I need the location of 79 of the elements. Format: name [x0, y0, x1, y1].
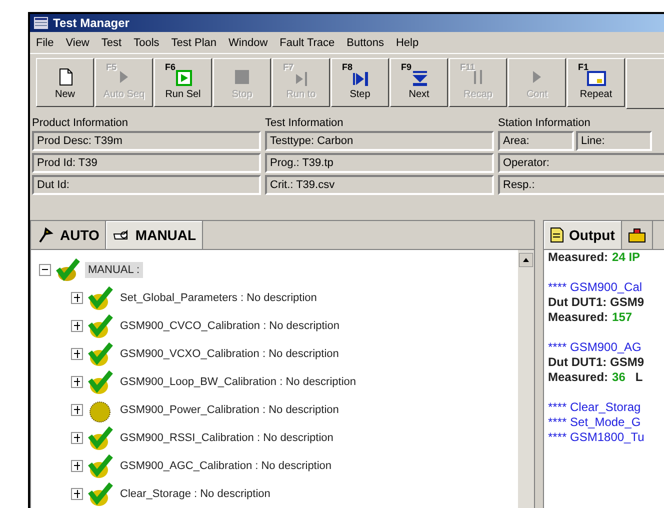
output-label: Measured: — [548, 250, 608, 265]
check-icon — [87, 285, 113, 311]
check-icon — [87, 313, 113, 339]
tree-item[interactable]: GSM900_Loop_BW_Calibration : No description — [117, 374, 360, 390]
info-field: Area: — [498, 131, 574, 151]
scrollbar[interactable] — [518, 250, 534, 508]
info-field: Dut Id: — [32, 175, 261, 195]
output-label: Measured: — [548, 310, 608, 325]
up-arrow-icon[interactable] — [519, 253, 533, 267]
toolbar-button[interactable]: F8 Step — [331, 58, 389, 107]
window-title: Test Manager — [53, 16, 130, 30]
expander-icon[interactable] — [71, 292, 83, 304]
output-text: **** GSM1800_Tu — [548, 430, 644, 445]
menu-item[interactable]: File — [36, 36, 54, 48]
output-text: **** Set_Mode_G — [548, 415, 641, 430]
output-text: Dut DUT1: GSM9 — [548, 295, 644, 310]
info-field: Resp.: — [498, 175, 664, 195]
output-text: **** GSM900_Cal — [548, 280, 642, 295]
tree-item[interactable]: GSM900_AGC_Calibration : No description — [117, 458, 335, 474]
toolbar-button[interactable]: F1 Repeat — [567, 58, 625, 107]
menu-item[interactable]: Fault Trace — [280, 36, 335, 48]
output-label: Measured: — [548, 370, 608, 385]
output-text: **** Clear_Storag — [548, 400, 641, 415]
menu-item[interactable]: Test — [101, 36, 122, 48]
toolbar-button[interactable]: F9 Next — [390, 58, 448, 107]
document-icon — [550, 227, 564, 243]
expander-icon[interactable] — [71, 488, 83, 500]
info-field: Crit.: T39.csv — [265, 175, 494, 195]
tree-item[interactable]: GSM900_VCXO_Calibration : No description — [117, 346, 342, 362]
play-icon — [120, 70, 128, 82]
tab[interactable]: MANUAL — [106, 221, 204, 249]
tree-item[interactable]: GSM900_CVCO_Calibration : No description — [117, 318, 342, 334]
output-value: 24 IP — [612, 250, 640, 265]
info-field: Prog.: T39.tp — [265, 153, 494, 173]
tree-item[interactable]: GSM900_Power_Calibration : No description — [117, 402, 342, 418]
toolbox-icon — [628, 227, 646, 243]
group-heading: Station Information — [498, 117, 592, 129]
expander-icon[interactable] — [71, 348, 83, 360]
output-value: 157 — [612, 310, 632, 325]
expander-icon[interactable] — [71, 376, 83, 388]
info-field: Operator: — [498, 153, 664, 173]
menu-item[interactable]: Help — [396, 36, 419, 48]
output-value: 36 — [612, 370, 626, 385]
menu-item[interactable]: Tools — [134, 36, 160, 48]
play-icon — [533, 70, 541, 82]
info-field: Prod Id: T39 — [32, 153, 261, 173]
window-icon — [34, 17, 48, 29]
menu-item[interactable]: Buttons — [346, 36, 384, 48]
expander-icon[interactable] — [71, 460, 83, 472]
check-icon — [55, 257, 81, 283]
info-field: Testtype: Carbon — [265, 131, 494, 151]
tab[interactable]: Output — [544, 221, 622, 249]
output-text: Dut DUT1: GSM9 — [548, 355, 644, 370]
info-field: Line: — [576, 131, 652, 151]
arrow-icon — [37, 226, 55, 244]
tree-item[interactable]: MANUAL : — [85, 262, 143, 278]
group-heading: Test Information — [265, 117, 344, 129]
tree-item[interactable]: GSM900_RSSI_Calibration : No description — [117, 430, 336, 446]
menu-item[interactable]: Test Plan — [171, 36, 217, 48]
output-text: **** GSM900_AG — [548, 340, 642, 355]
tree-item[interactable]: Clear_Storage : No description — [117, 486, 274, 502]
tree-item[interactable]: Set_Global_Parameters : No description — [117, 290, 320, 306]
menu-item[interactable]: Window — [228, 36, 268, 48]
check-icon — [87, 453, 113, 479]
check-icon — [87, 481, 113, 507]
menu-item[interactable]: View — [66, 36, 90, 48]
check-icon — [87, 425, 113, 451]
output-text: L — [635, 370, 643, 385]
expander-icon[interactable] — [71, 404, 83, 416]
info-field: Prod Desc: T39m — [32, 131, 261, 151]
check-icon — [87, 369, 113, 395]
bars-icon — [474, 70, 482, 84]
expander-icon[interactable] — [39, 264, 51, 276]
toolbar-button[interactable]: New — [36, 58, 94, 107]
check-icon — [87, 341, 113, 367]
expander-icon[interactable] — [71, 320, 83, 332]
group-heading: Product Information — [32, 117, 129, 129]
expander-icon[interactable] — [71, 432, 83, 444]
toolbar-button[interactable]: F6 Run Sel — [154, 58, 212, 107]
